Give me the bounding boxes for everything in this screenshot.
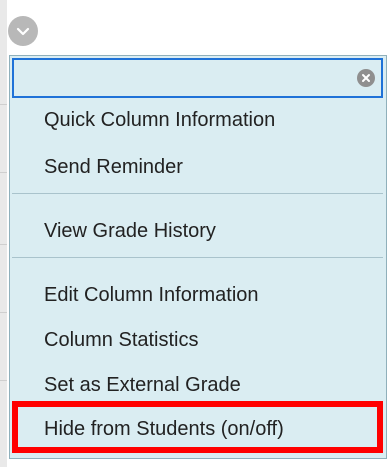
menu-separator [12, 257, 383, 258]
menu-item-send-reminder[interactable]: Send Reminder [44, 155, 183, 179]
chevron-down-icon [16, 27, 30, 36]
highlight-box [12, 401, 383, 453]
grid-row-line [0, 172, 7, 173]
grid-row-line [0, 312, 7, 313]
menu-item-quick-column-information[interactable]: Quick Column Information [44, 108, 275, 132]
grid-row-line [0, 104, 7, 105]
page: Quick Column Information Send Reminder V… [0, 0, 390, 467]
close-icon [362, 74, 370, 82]
grid-row-line [0, 244, 7, 245]
grid-edge [0, 0, 7, 467]
menu-header [12, 58, 383, 98]
menu-item-set-as-external-grade[interactable]: Set as External Grade [44, 373, 241, 397]
menu-item-column-statistics[interactable]: Column Statistics [44, 328, 199, 352]
close-menu-button[interactable] [357, 69, 375, 87]
column-menu-toggle-button[interactable] [8, 16, 38, 46]
menu-item-edit-column-information[interactable]: Edit Column Information [44, 283, 259, 307]
grid-row-line [0, 380, 7, 381]
menu-separator [12, 193, 383, 194]
column-context-menu: Quick Column Information Send Reminder V… [9, 55, 387, 459]
menu-item-view-grade-history[interactable]: View Grade History [44, 219, 216, 243]
